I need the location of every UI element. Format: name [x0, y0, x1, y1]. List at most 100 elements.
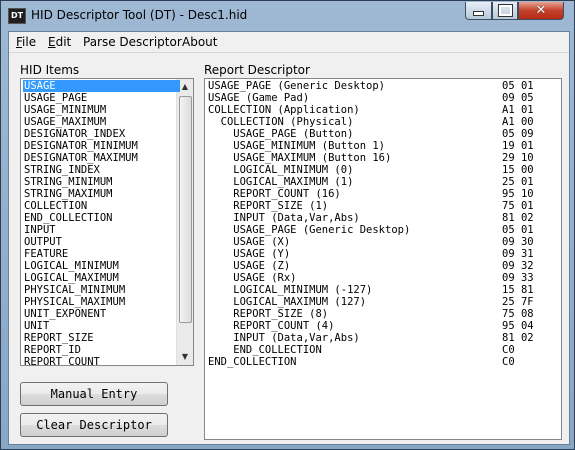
- hid-item[interactable]: USAGE_PAGE: [23, 92, 180, 104]
- descriptor-row[interactable]: COLLECTION (Physical) A1 00: [208, 116, 558, 128]
- menu-file[interactable]: File: [16, 35, 36, 49]
- descriptor-row[interactable]: LOGICAL_MAXIMUM (127) 25 7F: [208, 296, 558, 308]
- minimize-button[interactable]: [465, 2, 492, 20]
- minimize-icon: [473, 11, 484, 16]
- descriptor-row[interactable]: USAGE (Z) 09 32: [208, 260, 558, 272]
- app-window: DT HID Descriptor Tool (DT) - Desc1.hid …: [0, 0, 575, 450]
- menu-file-rest: ile: [22, 35, 37, 49]
- hid-item[interactable]: STRING_MAXIMUM: [23, 188, 180, 200]
- descriptor-item-code: 05 01: [502, 224, 534, 236]
- descriptor-item-text: REPORT_SIZE (8): [208, 308, 329, 320]
- hid-item[interactable]: USAGE_MINIMUM: [23, 104, 180, 116]
- hid-item[interactable]: DESIGNATOR_MAXIMUM: [23, 152, 180, 164]
- close-icon: ✕: [535, 3, 547, 18]
- descriptor-item-code: 09 32: [502, 260, 534, 272]
- descriptor-row[interactable]: REPORT_SIZE (8) 75 08: [208, 308, 558, 320]
- menu-edit[interactable]: Edit: [48, 35, 71, 49]
- descriptor-row[interactable]: REPORT_COUNT (4) 95 04: [208, 320, 558, 332]
- menu-about[interactable]: About: [182, 35, 217, 49]
- descriptor-item-code: C0: [502, 344, 515, 356]
- descriptor-item-text: USAGE (Game Pad): [208, 92, 310, 104]
- hid-item[interactable]: REPORT_COUNT: [23, 356, 180, 365]
- descriptor-row[interactable]: REPORT_SIZE (1) 75 01: [208, 200, 558, 212]
- descriptor-row[interactable]: USAGE (Game Pad) 09 05: [208, 92, 558, 104]
- descriptor-item-text: LOGICAL_MAXIMUM (1): [208, 176, 354, 188]
- manual-entry-button[interactable]: Manual Entry: [20, 382, 168, 406]
- descriptor-row[interactable]: LOGICAL_MINIMUM (-127) 15 81: [208, 284, 558, 296]
- menu-edit-rest: dit: [55, 35, 72, 49]
- descriptor-row[interactable]: USAGE (Rx) 09 33: [208, 272, 558, 284]
- hid-items-list[interactable]: ▲ ▼ USAGE USAGE_PAGE USAGE_MINIMUM USAGE_MA…: [20, 78, 194, 366]
- descriptor-row[interactable]: USAGE_PAGE (Button) 05 09: [208, 128, 558, 140]
- descriptor-item-text: LOGICAL_MINIMUM (-127): [208, 284, 373, 296]
- menu-edit-accel: E: [48, 35, 56, 49]
- hid-item[interactable]: UNIT: [23, 320, 180, 332]
- descriptor-item-text: USAGE (Rx): [208, 272, 297, 284]
- scrollbar-thumb[interactable]: [179, 96, 192, 323]
- descriptor-row[interactable]: LOGICAL_MAXIMUM (1) 25 01: [208, 176, 558, 188]
- maximize-button[interactable]: [492, 2, 518, 20]
- hid-item[interactable]: END_COLLECTION: [23, 212, 180, 224]
- descriptor-item-text: REPORT_COUNT (16): [208, 188, 341, 200]
- hid-item[interactable]: UNIT_EXPONENT: [23, 308, 180, 320]
- menu-parse-descriptor[interactable]: Parse Descriptor: [83, 35, 182, 49]
- descriptor-row[interactable]: USAGE (Y) 09 31: [208, 248, 558, 260]
- descriptor-item-text: LOGICAL_MINIMUM (0): [208, 164, 354, 176]
- hid-item[interactable]: USAGE_MAXIMUM: [23, 116, 180, 128]
- descriptor-item-text: COLLECTION (Application): [208, 104, 360, 116]
- descriptor-item-code: 15 00: [502, 164, 534, 176]
- clear-descriptor-button[interactable]: Clear Descriptor: [20, 413, 168, 437]
- client-area: File Edit Parse Descriptor About HID Ite…: [8, 31, 570, 445]
- descriptor-row[interactable]: USAGE_PAGE (Generic Desktop) 05 01: [208, 80, 558, 92]
- hid-item[interactable]: DESIGNATOR_MINIMUM: [23, 140, 180, 152]
- descriptor-item-text: INPUT (Data,Var,Abs): [208, 212, 360, 224]
- hid-item[interactable]: STRING_MINIMUM: [23, 176, 180, 188]
- descriptor-row[interactable]: END_COLLECTION C0: [208, 344, 558, 356]
- descriptor-item-text: USAGE_PAGE (Generic Desktop): [208, 80, 386, 92]
- descriptor-item-text: REPORT_COUNT (4): [208, 320, 335, 332]
- hid-item[interactable]: OUTPUT: [23, 236, 180, 248]
- descriptor-row[interactable]: INPUT (Data,Var,Abs) 81 02: [208, 332, 558, 344]
- hid-item[interactable]: DESIGNATOR_INDEX: [23, 128, 180, 140]
- hid-item[interactable]: STRING_INDEX: [23, 164, 180, 176]
- descriptor-item-code: 75 01: [502, 200, 534, 212]
- report-descriptor-panel[interactable]: USAGE_PAGE (Generic Desktop) 05 01 USAGE (…: [204, 78, 562, 440]
- hid-item[interactable]: COLLECTION: [23, 200, 180, 212]
- descriptor-item-code: 81 02: [502, 332, 534, 344]
- close-button[interactable]: ✕: [518, 2, 564, 20]
- descriptor-item-code: 09 30: [502, 236, 534, 248]
- descriptor-item-text: REPORT_SIZE (1): [208, 200, 329, 212]
- descriptor-row[interactable]: LOGICAL_MINIMUM (0) 15 00: [208, 164, 558, 176]
- hid-item[interactable]: LOGICAL_MAXIMUM: [23, 272, 180, 284]
- descriptor-item-code: A1 01: [502, 104, 534, 116]
- descriptor-row[interactable]: INPUT (Data,Var,Abs) 81 02: [208, 212, 558, 224]
- descriptor-item-text: USAGE (Z): [208, 260, 291, 272]
- descriptor-row[interactable]: COLLECTION (Application) A1 01: [208, 104, 558, 116]
- descriptor-row[interactable]: USAGE_MAXIMUM (Button 16) 29 10: [208, 152, 558, 164]
- descriptor-item-text: USAGE_MINIMUM (Button 1): [208, 140, 386, 152]
- descriptor-item-text: END_COLLECTION: [208, 344, 322, 356]
- descriptor-item-code: 81 02: [502, 212, 534, 224]
- hid-item[interactable]: USAGE: [23, 80, 180, 92]
- hid-item[interactable]: REPORT_SIZE: [23, 332, 180, 344]
- hid-item[interactable]: INPUT: [23, 224, 180, 236]
- descriptor-item-text: INPUT (Data,Var,Abs): [208, 332, 360, 344]
- hid-item[interactable]: PHYSICAL_MAXIMUM: [23, 296, 180, 308]
- hid-item[interactable]: REPORT_ID: [23, 344, 180, 356]
- descriptor-item-code: 05 09: [502, 128, 534, 140]
- hid-item[interactable]: LOGICAL_MINIMUM: [23, 260, 180, 272]
- descriptor-item-code: 09 33: [502, 272, 534, 284]
- window-title: HID Descriptor Tool (DT) - Desc1.hid: [31, 8, 248, 22]
- descriptor-row[interactable]: USAGE_MINIMUM (Button 1) 19 01: [208, 140, 558, 152]
- descriptor-item-code: 09 05: [502, 92, 534, 104]
- descriptor-row[interactable]: REPORT_COUNT (16) 95 10: [208, 188, 558, 200]
- hid-item[interactable]: FEATURE: [23, 248, 180, 260]
- descriptor-row[interactable]: END_COLLECTION C0: [208, 356, 558, 368]
- title-bar[interactable]: DT HID Descriptor Tool (DT) - Desc1.hid …: [1, 1, 574, 31]
- descriptor-item-text: COLLECTION (Physical): [208, 116, 354, 128]
- hid-item[interactable]: PHYSICAL_MINIMUM: [23, 284, 180, 296]
- descriptor-item-code: 75 08: [502, 308, 534, 320]
- descriptor-row[interactable]: USAGE (X) 09 30: [208, 236, 558, 248]
- maximize-icon: [497, 4, 513, 17]
- descriptor-row[interactable]: USAGE_PAGE (Generic Desktop) 05 01: [208, 224, 558, 236]
